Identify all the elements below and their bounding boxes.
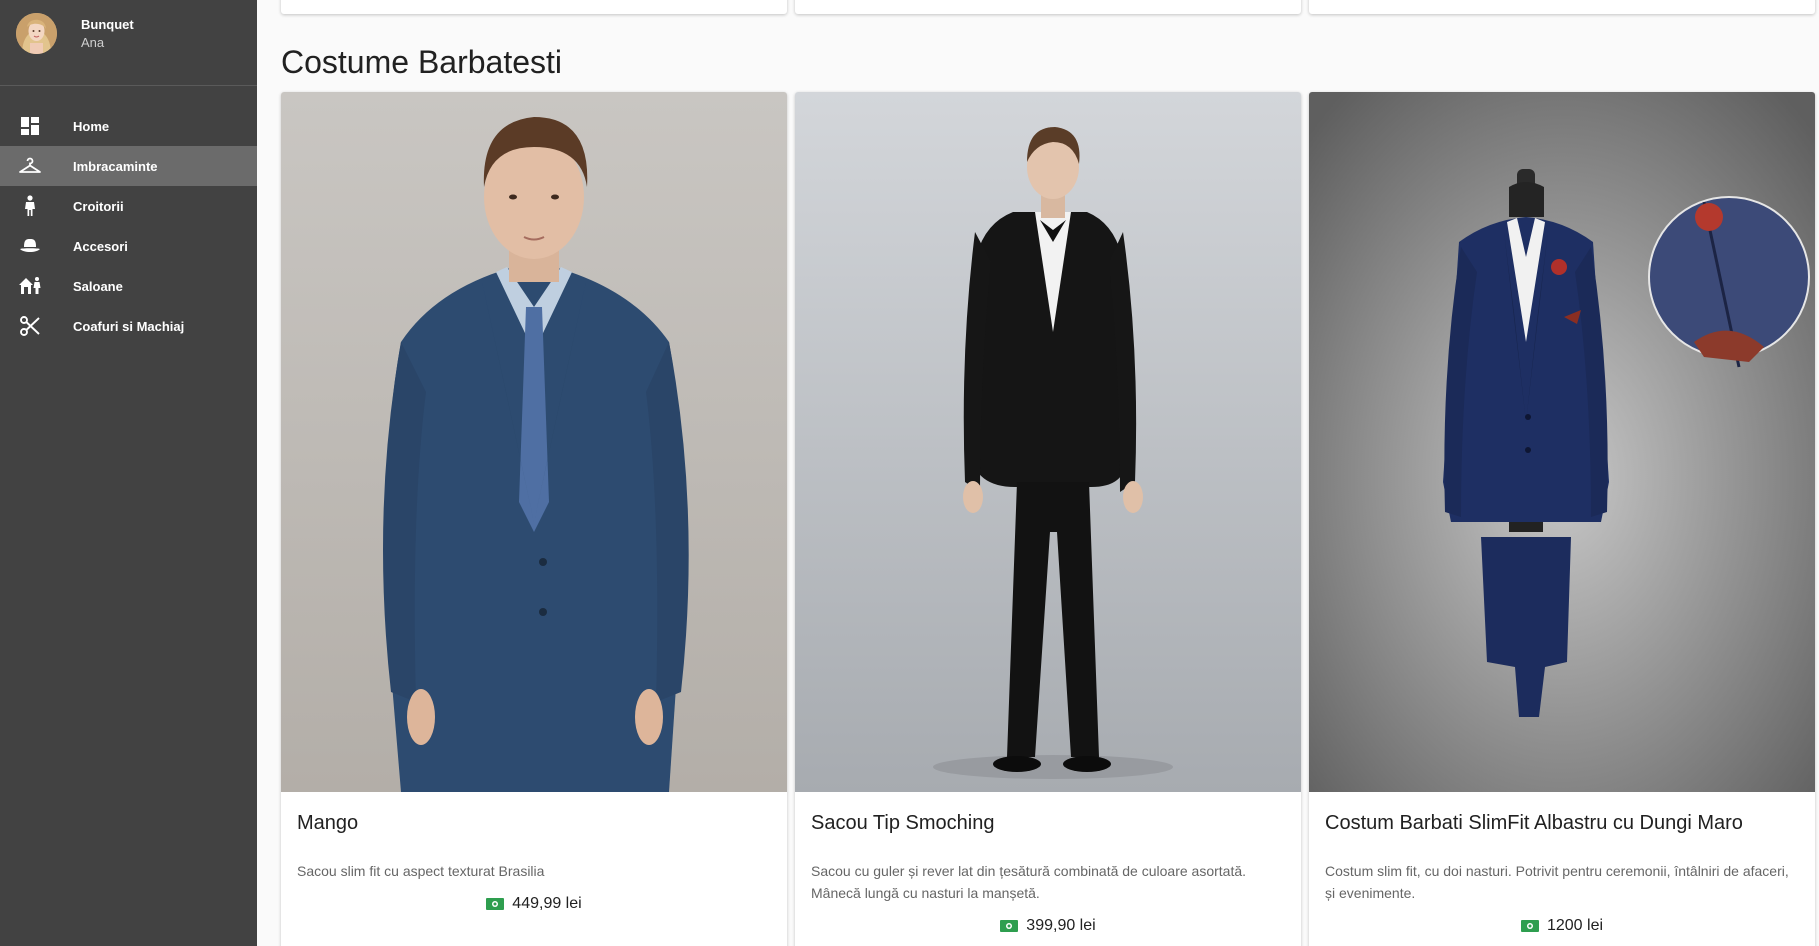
profile-name: Bunquet bbox=[81, 17, 134, 32]
card-bottom-edge[interactable] bbox=[795, 0, 1301, 14]
product-price: 449,99 lei bbox=[297, 895, 771, 913]
salon-icon bbox=[16, 272, 44, 300]
sidebar-item-label: Croitorii bbox=[73, 198, 124, 214]
avatar[interactable] bbox=[16, 13, 57, 54]
money-icon bbox=[1520, 919, 1539, 933]
profile-subtitle: Ana bbox=[81, 35, 105, 50]
sidebar-item-home[interactable]: Home bbox=[0, 106, 257, 146]
product-card[interactable]: Sacou Tip Smoching Sacou cu guler și rev… bbox=[795, 92, 1301, 946]
money-icon bbox=[1000, 919, 1019, 933]
profile-header: Bunquet Ana bbox=[0, 0, 257, 86]
price-value: 399,90 lei bbox=[1026, 917, 1096, 934]
sidebar-item-croitorii[interactable]: Croitorii bbox=[0, 186, 257, 226]
sidebar-item-label: Imbracaminte bbox=[73, 158, 158, 174]
product-description: Sacou cu guler și rever lat din țesătură… bbox=[811, 863, 1247, 901]
product-description: Sacou slim fit cu aspect texturat Brasil… bbox=[297, 863, 545, 879]
product-description: Costum slim fit, cu doi nasturi. Potrivi… bbox=[1325, 863, 1789, 901]
price-value: 1200 lei bbox=[1546, 917, 1604, 934]
price-value: 449,99 lei bbox=[512, 895, 582, 912]
section-title: Costume Barbatesti bbox=[281, 44, 563, 80]
hat-icon bbox=[16, 232, 44, 260]
product-price: 399,90 lei bbox=[811, 917, 1285, 935]
man-in-black-tuxedo-image[interactable] bbox=[795, 92, 1301, 792]
person-icon bbox=[16, 192, 44, 220]
sidebar-nav: Home Imbracaminte Croitorii Accesori Sal… bbox=[0, 106, 257, 346]
product-title[interactable]: Sacou Tip Smoching bbox=[811, 810, 1285, 836]
product-price: 1200 lei bbox=[1325, 917, 1799, 935]
sidebar-item-accesori[interactable]: Accesori bbox=[0, 226, 257, 266]
hanger-icon bbox=[16, 152, 44, 180]
navy-suit-on-mannequin-image[interactable] bbox=[1309, 92, 1815, 792]
sidebar-item-label: Accesori bbox=[73, 238, 128, 254]
previous-section-cards bbox=[281, 0, 1819, 14]
sidebar: Bunquet Ana Home Imbracaminte Croitorii … bbox=[0, 0, 257, 946]
card-bottom-edge[interactable] bbox=[1309, 0, 1815, 14]
sidebar-item-label: Saloane bbox=[73, 278, 123, 294]
man-in-blue-suit-image[interactable] bbox=[281, 92, 787, 792]
sidebar-item-imbracaminte[interactable]: Imbracaminte bbox=[0, 146, 257, 186]
money-icon bbox=[486, 897, 505, 911]
product-title[interactable]: Mango bbox=[297, 810, 771, 836]
main-content: Costume Barbatesti Mango Sacou slim fit … bbox=[257, 0, 1819, 946]
sidebar-item-saloane[interactable]: Saloane bbox=[0, 266, 257, 306]
product-card[interactable]: Costum Barbati SlimFit Albastru cu Dungi… bbox=[1309, 92, 1815, 946]
sidebar-item-coafuri[interactable]: Coafuri si Machiaj bbox=[0, 306, 257, 346]
scissors-icon bbox=[16, 312, 44, 340]
product-title[interactable]: Costum Barbati SlimFit Albastru cu Dungi… bbox=[1325, 810, 1799, 836]
product-card[interactable]: Mango Sacou slim fit cu aspect texturat … bbox=[281, 92, 787, 946]
card-bottom-edge[interactable] bbox=[281, 0, 787, 14]
sidebar-item-label: Coafuri si Machiaj bbox=[73, 318, 185, 334]
dashboard-icon bbox=[16, 112, 44, 140]
sidebar-item-label: Home bbox=[73, 118, 110, 134]
